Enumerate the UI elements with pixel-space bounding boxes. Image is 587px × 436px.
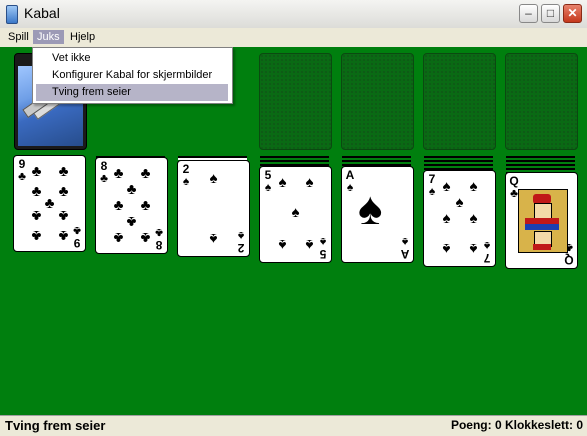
juks-dropdown-menu: Vet ikke Konfigurer Kabal for skjermbild…: [32, 47, 233, 104]
stack-edge: [506, 164, 575, 166]
stack-edge: [506, 156, 575, 158]
spade-icon: ♠: [442, 210, 451, 227]
card-rank: 7 ♠: [428, 172, 436, 198]
club-icon: ♣: [113, 165, 124, 182]
club-icon: ♣: [140, 197, 151, 214]
club-icon: ♣: [58, 227, 69, 244]
foundation-slot-2[interactable]: [341, 53, 414, 150]
stack-edge: [260, 160, 329, 162]
tableau-card-7[interactable]: Q ♣ Q ♣: [505, 172, 578, 269]
tableau-card-6[interactable]: 7 ♠ 7 ♠ ♠ ♠ ♠ ♠ ♠ ♠ ♠: [423, 170, 496, 267]
card-rank: 5 ♠: [319, 235, 327, 261]
spade-icon: ♠: [469, 240, 478, 257]
spade-icon: ♠: [455, 194, 464, 211]
status-message: Tving frem seier: [5, 418, 106, 433]
foundation-slot-4[interactable]: [505, 53, 578, 150]
club-icon: ♣: [31, 227, 42, 244]
spade-icon: ♠: [442, 178, 451, 195]
window-title: Kabal: [24, 5, 60, 21]
spade-icon: ♠: [278, 236, 287, 253]
club-icon: ♣: [44, 195, 55, 212]
card-rank: 8 ♣: [100, 159, 108, 185]
card-rank: A ♠: [400, 235, 410, 261]
stack-edge: [342, 156, 411, 158]
maximize-button[interactable]: □: [541, 4, 560, 23]
spade-icon: ♠: [305, 174, 314, 191]
stack-edge: [506, 168, 575, 170]
club-icon: ♣: [140, 165, 151, 182]
spade-icon: ♠: [291, 204, 300, 221]
foundation-slot-1[interactable]: [259, 53, 332, 150]
spade-icon: ♠: [469, 178, 478, 195]
menu-spill[interactable]: Spill: [4, 30, 33, 44]
title-bar: Kabal – □ ✕: [0, 0, 587, 29]
spade-icon: ♠: [442, 240, 451, 257]
card-rank: A ♠: [345, 168, 355, 194]
status-bar: Tving frem seier Poeng: 0 Klokkeslett: 0: [0, 415, 587, 436]
spade-icon: ♠: [209, 170, 218, 187]
queen-face-image: [518, 189, 568, 253]
menu-option-tving-frem-seier[interactable]: Tving frem seier: [36, 84, 228, 101]
menu-hjelp[interactable]: Hjelp: [66, 30, 99, 44]
spade-icon: ♠: [209, 230, 218, 247]
close-button[interactable]: ✕: [563, 4, 582, 23]
card-rank: 2 ♠: [237, 229, 245, 255]
menu-option-vet-ikke[interactable]: Vet ikke: [36, 50, 228, 67]
stack-edge: [424, 156, 493, 158]
tableau-card-3[interactable]: 2 ♠ 2 ♠ ♠ ♠: [177, 160, 250, 257]
stack-edge: [260, 156, 329, 158]
club-icon: ♣: [31, 163, 42, 180]
spade-icon: ♠: [305, 236, 314, 253]
spade-icon: ♠: [278, 174, 287, 191]
card-rank: 7 ♠: [483, 239, 491, 265]
club-icon: ♣: [58, 183, 69, 200]
stack-edge: [424, 160, 493, 162]
card-rank: 5 ♠: [264, 168, 272, 194]
foundation-slot-3[interactable]: [423, 53, 496, 150]
menu-option-konfigurer[interactable]: Konfigurer Kabal for skjermbilder: [36, 67, 228, 84]
club-icon: ♣: [113, 229, 124, 246]
card-rank: 9 ♣: [18, 157, 26, 183]
club-icon: ♣: [31, 207, 42, 224]
club-icon: ♣: [140, 229, 151, 246]
club-icon: ♣: [58, 163, 69, 180]
tableau-card-5[interactable]: A ♠ A ♠ ♠: [341, 166, 414, 263]
stack-edge: [506, 160, 575, 162]
stack-edge: [424, 164, 493, 166]
menu-juks[interactable]: Juks: [33, 30, 64, 44]
app-icon: [6, 5, 18, 24]
spade-icon: ♠: [358, 182, 383, 234]
card-rank: 8 ♣: [155, 226, 163, 252]
card-rank: 9 ♣: [73, 224, 81, 250]
club-icon: ♣: [126, 181, 137, 198]
club-icon: ♣: [126, 213, 137, 230]
spade-icon: ♠: [469, 210, 478, 227]
tableau-card-4[interactable]: 5 ♠ 5 ♠ ♠ ♠ ♠ ♠ ♠: [259, 166, 332, 263]
score-and-time: Poeng: 0 Klokkeslett: 0: [450, 418, 583, 432]
menu-bar: Spill Juks Hjelp: [0, 28, 587, 47]
card-rank: 2 ♠: [182, 162, 190, 188]
tableau-card-2[interactable]: 8 ♣ 8 ♣ ♣ ♣ ♣ ♣ ♣ ♣ ♣ ♣: [95, 157, 168, 254]
minimize-button[interactable]: –: [519, 4, 538, 23]
stack-edge: [342, 160, 411, 162]
tableau-card-1[interactable]: 9 ♣ 9 ♣ ♣ ♣ ♣ ♣ ♣ ♣ ♣ ♣ ♣: [13, 155, 86, 252]
club-icon: ♣: [58, 207, 69, 224]
club-icon: ♣: [113, 197, 124, 214]
